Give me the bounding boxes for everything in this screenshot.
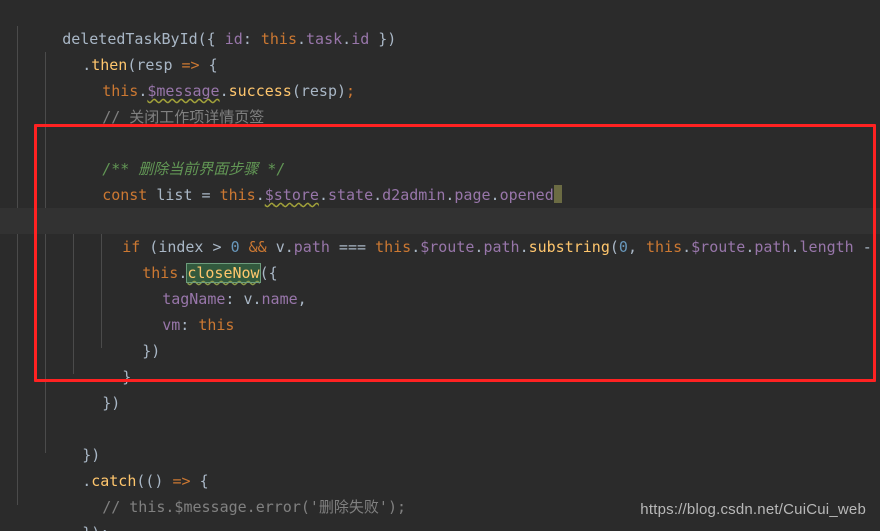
- code-line[interactable]: list.find((v, index) => {: [0, 182, 880, 230]
- code-line[interactable]: tagName: v.name,: [0, 260, 880, 308]
- code-line-blank[interactable]: [0, 390, 880, 416]
- code-line[interactable]: /** 删除当前界面步骤 */: [0, 130, 880, 178]
- code-line[interactable]: deletedTaskById({ id: this.task.id }): [0, 0, 880, 48]
- code-line-current[interactable]: if (index > 0 && v.path === this.$route.…: [0, 208, 880, 256]
- code-line[interactable]: .catch(() => {: [0, 442, 880, 490]
- code-line[interactable]: // 关闭工作项详情页签: [0, 78, 880, 126]
- code-line[interactable]: }): [0, 312, 880, 360]
- code-line[interactable]: vm: this: [0, 286, 880, 334]
- code-line[interactable]: }): [0, 416, 880, 464]
- code-line[interactable]: .then(resp => {: [0, 26, 880, 74]
- code-line[interactable]: this.closeNow({: [0, 234, 880, 283]
- code-content[interactable]: deletedTaskById({ id: this.task.id }) .t…: [0, 0, 880, 531]
- code-line[interactable]: }: [0, 338, 880, 386]
- code-line[interactable]: }): [0, 364, 880, 412]
- watermark-url: https://blog.csdn.net/CuiCui_web: [640, 501, 866, 518]
- code-line[interactable]: this.$message.success(resp);: [0, 52, 880, 100]
- code-editor-screenshot: deletedTaskById({ id: this.task.id }) .t…: [0, 0, 880, 531]
- token-brace: });: [82, 524, 109, 531]
- code-line[interactable]: const list = this.$store.state.d2admin.p…: [0, 156, 880, 204]
- code-line[interactable]: // this.$message.error('删除失败');: [0, 468, 880, 516]
- code-line-blank[interactable]: [0, 104, 880, 130]
